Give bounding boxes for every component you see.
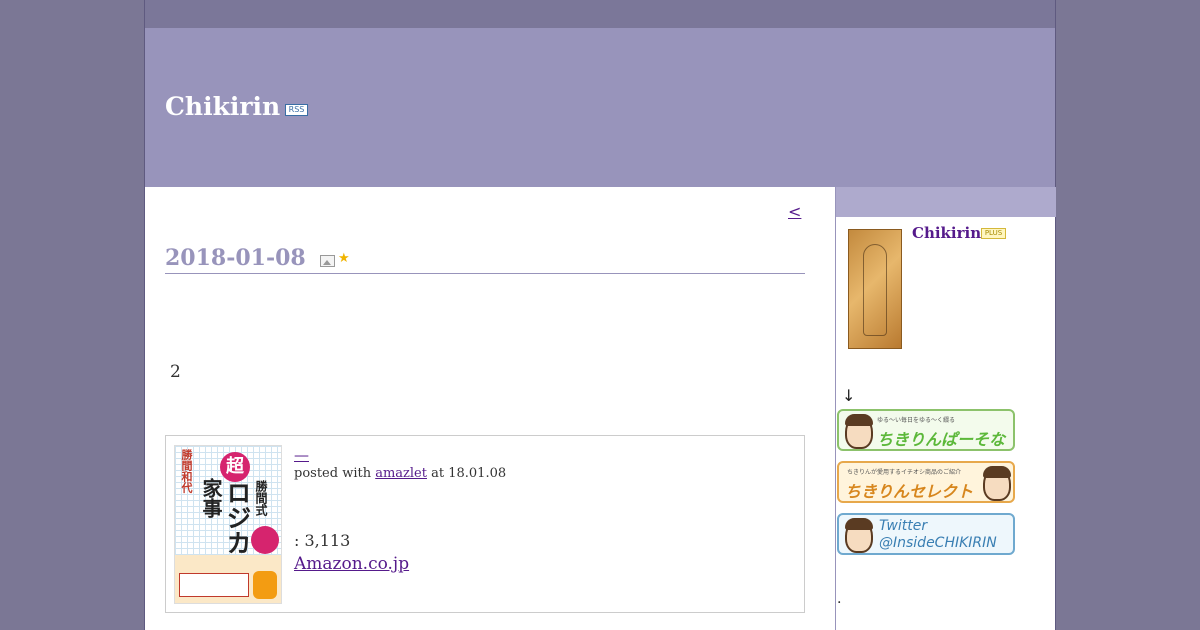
banner-chikirin-select[interactable]: ちきりんが愛用するイチオシ商品のご紹介 ちきりんセレクト [837, 461, 1015, 503]
banner-select-sub: ちきりんが愛用するイチオシ商品のご紹介 [847, 469, 962, 476]
banner-twitter[interactable]: Twitter @InsideCHIKIRIN [837, 513, 1015, 555]
book-mascot [253, 571, 277, 599]
banner-persona-title: ちきりんぱーそなる [877, 430, 1006, 449]
page-container: Chikirin RSS < 2018-01-08 ★ 2 勝間和代 超 家事 … [144, 0, 1056, 630]
profile-name-link[interactable]: Chikirin [912, 224, 981, 242]
site-header: Chikirin RSS [145, 28, 1055, 187]
banner-twitter-handle: @InsideCHIKIRIN [879, 535, 997, 551]
amazon-product-box: 勝間和代 超 家事 ロジカル 勝間式 — posted with amazlet… [165, 435, 805, 613]
sidebar-top-bar [836, 187, 1056, 217]
top-bar [145, 0, 1055, 28]
entry-date-heading: 2018-01-08 ★ [165, 243, 805, 274]
sidebar-dot: . [837, 591, 842, 607]
book-title-link[interactable]: — [294, 446, 794, 464]
book-title-kanji: 家事 [199, 478, 223, 518]
banner-select-title: ちきりんセレクト [845, 482, 974, 501]
book-band-text-box [179, 573, 249, 597]
main-content: < 2018-01-08 ★ 2 勝間和代 超 家事 ロジカル 勝間式 — po… [145, 187, 835, 630]
arrow-down-icon: ↓ [842, 386, 856, 405]
amazon-store-link[interactable]: Amazon.co.jp [294, 554, 409, 574]
site-title-link[interactable]: Chikirin [165, 92, 280, 121]
entry-body-text: 2 [170, 362, 181, 382]
book-price: : 3,113 [294, 531, 351, 550]
banner-chikirin-personal[interactable]: ゆる〜い毎日をゆる〜く綴る ちきりんぱーそなる [837, 409, 1015, 451]
star-icon[interactable]: ★ [338, 251, 350, 266]
posted-prefix: posted with [294, 466, 376, 481]
image-icon[interactable] [320, 255, 335, 267]
prev-entry-link[interactable]: < [788, 202, 801, 221]
book-cover-image[interactable]: 勝間和代 超 家事 ロジカル 勝間式 [174, 445, 282, 604]
banner-persona-sub: ゆる〜い毎日をゆる〜く綴る [877, 417, 956, 424]
amazlet-link[interactable]: amazlet [375, 466, 427, 481]
book-badge [251, 526, 279, 554]
book-author: 勝間和代 [180, 449, 193, 493]
entry-date[interactable]: 2018-01-08 [165, 245, 306, 271]
book-title-style: 勝間式 [254, 480, 268, 516]
book-meta: — posted with amazlet at 18.01.08 [294, 446, 794, 481]
posted-date: at 18.01.08 [426, 466, 507, 481]
avatar-illustration [983, 466, 1011, 501]
profile-avatar[interactable] [848, 229, 902, 349]
rss-icon[interactable]: RSS [285, 104, 308, 116]
posted-with-line: posted with amazlet at 18.01.08 [294, 466, 794, 481]
avatar-illustration [845, 518, 873, 553]
avatar-illustration [845, 414, 873, 449]
sidebar: Chikirin PLUS ↓ ゆる〜い毎日をゆる〜く綴る ちきりんぱーそなる … [835, 187, 1056, 630]
plus-badge: PLUS [981, 228, 1006, 239]
banner-twitter-line1: Twitter [879, 518, 928, 534]
